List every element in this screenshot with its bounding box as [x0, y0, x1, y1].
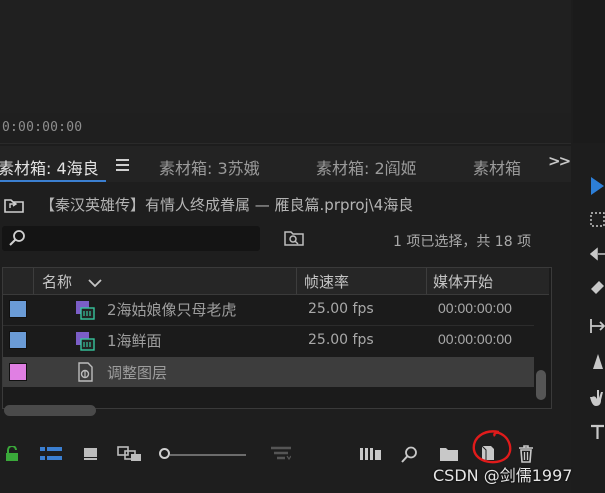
icon-view-icon[interactable]: [83, 447, 98, 461]
item-fps: 25.00 fps: [308, 301, 374, 317]
column-header-name[interactable]: 名称: [42, 271, 72, 292]
tab-bin-2[interactable]: 素材箱: 2阎姬: [316, 155, 417, 179]
ripple-edit-tool-icon[interactable]: [590, 247, 605, 261]
pen-tool-icon[interactable]: [590, 352, 605, 370]
type-tool-icon[interactable]: [590, 424, 605, 440]
label-color-swatch[interactable]: [9, 300, 27, 318]
find-icon[interactable]: [401, 446, 418, 463]
zoom-slider-track[interactable]: [170, 454, 246, 456]
item-media-start: 00:00:00:00: [438, 300, 512, 316]
label-color-swatch[interactable]: [9, 363, 27, 381]
trash-icon[interactable]: [518, 445, 534, 463]
slip-tool-icon[interactable]: [590, 318, 605, 334]
folder-up-icon[interactable]: [4, 197, 24, 213]
search-input[interactable]: [2, 226, 260, 251]
column-divider: [33, 268, 34, 294]
list-item[interactable]: 2海姑娘像只母老虎 25.00 fps 00:00:00:00: [3, 295, 534, 325]
item-fps: 25.00 fps: [308, 332, 374, 348]
tab-overflow-button[interactable]: >>: [548, 152, 571, 170]
adjustment-layer-icon: [78, 362, 93, 382]
tab-bin-4[interactable]: 素材箱: 4海良: [0, 155, 99, 179]
razor-tool-icon[interactable]: [590, 280, 605, 298]
sequence-icon: [76, 301, 95, 320]
list-item[interactable]: 1海鲜面 25.00 fps 00:00:00:00: [3, 326, 534, 356]
automate-to-sequence-icon[interactable]: [360, 448, 382, 460]
active-tab-indicator: [0, 180, 106, 182]
track-select-tool-icon[interactable]: [590, 212, 605, 227]
item-name: 2海姑娘像只母老虎: [107, 301, 237, 319]
new-bin-icon[interactable]: [439, 446, 459, 462]
vertical-scrollbar[interactable]: [536, 370, 546, 400]
item-name: 调整图层: [107, 364, 168, 382]
sequence-icon: [76, 332, 95, 351]
selection-status: 1 项已选择，共 18 项: [393, 234, 532, 250]
sort-icons-icon[interactable]: [271, 446, 291, 462]
search-icon: [9, 230, 25, 246]
tab-bin-1[interactable]: 素材箱: [473, 155, 521, 179]
list-view-icon[interactable]: [40, 447, 62, 461]
lock-icon[interactable]: [5, 446, 19, 462]
selection-tool-icon[interactable]: [590, 176, 605, 196]
item-name: 1海鲜面: [107, 332, 162, 350]
chevron-down-icon[interactable]: [88, 278, 102, 288]
monitor-side-panel: [573, 0, 605, 143]
find-in-bin-icon[interactable]: [284, 229, 304, 247]
zoom-slider-handle[interactable]: [159, 448, 170, 459]
label-color-swatch[interactable]: [9, 331, 27, 349]
column-header-media-start[interactable]: 媒体开始: [433, 271, 493, 292]
hand-tool-icon[interactable]: [590, 388, 605, 406]
monitor-timecode[interactable]: 0:00:00:00: [2, 120, 82, 135]
tab-bin-3[interactable]: 素材箱: 3苏娥: [159, 155, 260, 179]
horizontal-scrollbar[interactable]: [4, 405, 96, 416]
watermark-text: CSDN @剑儒1997: [433, 466, 573, 485]
panel-menu-icon[interactable]: [116, 159, 129, 171]
monitor-viewport: [0, 0, 571, 113]
project-path: 【秦汉英雄传】有情人终成眷属 — 雁良篇.prproj\4海良: [40, 196, 414, 214]
item-media-start: 00:00:00:00: [438, 331, 512, 347]
column-divider: [296, 268, 297, 294]
column-divider: [426, 268, 427, 294]
column-header-fps[interactable]: 帧速率: [304, 271, 349, 292]
list-item-selected[interactable]: 调整图层: [3, 357, 534, 387]
freeform-view-icon[interactable]: [117, 446, 142, 462]
